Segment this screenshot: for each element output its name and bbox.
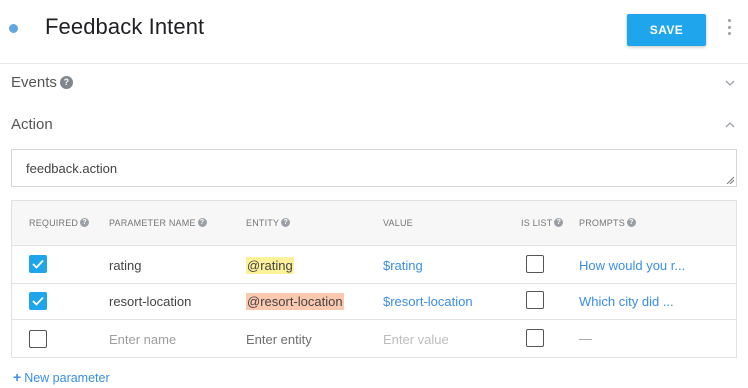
table-row: rating @rating $rating How would you r..… — [12, 247, 736, 284]
value-input[interactable]: Enter value — [383, 332, 449, 347]
help-icon[interactable]: ? — [626, 218, 636, 228]
plus-icon: + — [13, 369, 22, 385]
new-parameter-row: Enter name Enter entity Enter value — — [12, 320, 736, 357]
parameters-table: REQUIRED? PARAMETER NAME? ENTITY? VALUE … — [11, 200, 737, 358]
help-icon[interactable]: ? — [197, 218, 207, 228]
prompts-link[interactable]: Which city did ... — [579, 294, 674, 309]
column-header-value: VALUE — [383, 218, 413, 228]
new-parameter-label: New parameter — [24, 371, 110, 385]
checkbox-checked-icon — [32, 259, 44, 269]
is-list-checkbox[interactable] — [526, 255, 544, 273]
entity-tag[interactable]: @rating — [246, 257, 294, 274]
column-header-is-list: IS LIST — [521, 218, 553, 228]
new-parameter-link[interactable]: + New parameter — [13, 369, 110, 385]
column-header-parameter-name: PARAMETER NAME — [109, 218, 196, 228]
page-title[interactable]: Feedback Intent — [45, 14, 204, 40]
events-section-header[interactable]: Events? — [0, 64, 748, 102]
entity-tag[interactable]: @resort-location — [246, 293, 344, 310]
column-header-required: REQUIRED — [29, 218, 79, 228]
more-vert-icon[interactable] — [724, 17, 734, 37]
column-header-entity: ENTITY — [246, 218, 280, 228]
status-dot-icon — [9, 24, 18, 33]
parameter-value[interactable]: $resort-location — [383, 294, 473, 309]
action-section-header[interactable]: Action — [0, 106, 748, 144]
help-icon[interactable]: ? — [281, 218, 291, 228]
entity-input[interactable]: Enter entity — [246, 332, 312, 347]
chevron-down-icon[interactable] — [724, 76, 736, 88]
required-checkbox[interactable] — [29, 292, 47, 310]
parameter-name[interactable]: resort-location — [109, 294, 191, 309]
resize-grip-icon[interactable] — [726, 176, 734, 184]
checkbox-checked-icon — [32, 296, 44, 306]
action-value: feedback.action — [26, 161, 118, 176]
help-icon[interactable]: ? — [554, 218, 564, 228]
events-label: Events — [11, 74, 57, 91]
parameter-name[interactable]: rating — [109, 258, 142, 273]
prompts-empty: — — [579, 331, 592, 346]
chevron-up-icon[interactable] — [724, 118, 736, 130]
column-header-prompts: PROMPTS — [579, 218, 625, 228]
parameter-value[interactable]: $rating — [383, 258, 423, 273]
table-row: resort-location @resort-location $resort… — [12, 283, 736, 320]
prompts-link[interactable]: How would you r... — [579, 258, 685, 273]
action-field[interactable]: feedback.action — [11, 149, 737, 187]
help-icon[interactable]: ? — [59, 75, 73, 89]
is-list-checkbox[interactable] — [526, 329, 544, 347]
required-checkbox[interactable] — [29, 255, 47, 273]
action-label: Action — [11, 116, 53, 133]
table-header: REQUIRED? PARAMETER NAME? ENTITY? VALUE … — [12, 201, 736, 246]
is-list-checkbox[interactable] — [526, 291, 544, 309]
name-input[interactable]: Enter name — [109, 332, 176, 347]
required-checkbox[interactable] — [29, 330, 47, 348]
intent-header: Feedback Intent SAVE — [0, 0, 748, 64]
save-button[interactable]: SAVE — [627, 14, 706, 46]
help-icon[interactable]: ? — [80, 218, 90, 228]
